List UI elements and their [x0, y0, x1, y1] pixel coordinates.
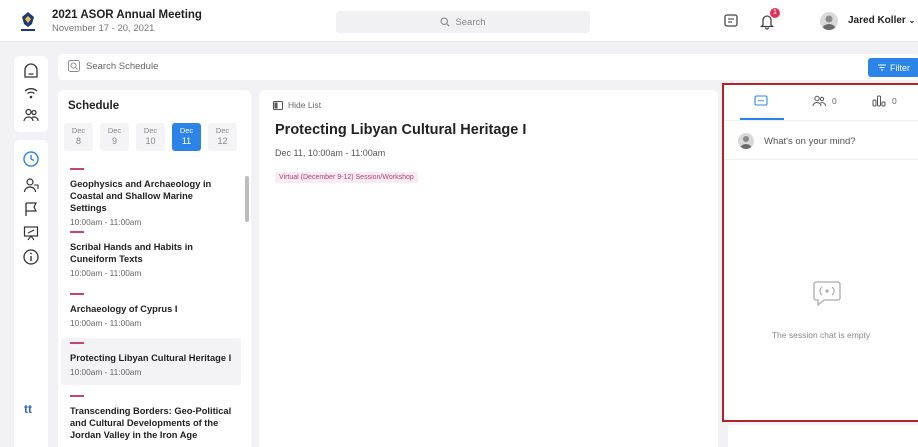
- day-tab[interactable]: Dec 8: [64, 123, 93, 151]
- wifi-icon[interactable]: [22, 84, 40, 102]
- top-bar: 2021 ASOR Annual Meeting November 17 - 2…: [0, 0, 918, 42]
- schedule-search-input[interactable]: Search Schedule: [68, 60, 158, 72]
- asor-logo[interactable]: [18, 10, 38, 34]
- day-month: Dec: [71, 126, 86, 135]
- hide-list-label: Hide List: [288, 100, 322, 110]
- day-tab[interactable]: Dec 12: [208, 123, 237, 151]
- tab-chat[interactable]: [754, 95, 768, 107]
- scrollbar[interactable]: [245, 176, 249, 222]
- speakers-icon[interactable]: [22, 176, 40, 194]
- notification-badge: 1: [770, 8, 780, 18]
- session-title: Protecting Libyan Cultural Heritage I: [70, 353, 232, 363]
- tab-polls[interactable]: 0: [872, 95, 897, 107]
- session-item-selected[interactable]: Protecting Libyan Cultural Heritage I 10…: [61, 338, 241, 386]
- chat-tabs: 0 0: [724, 85, 918, 120]
- attendee-count: 0: [832, 96, 837, 106]
- divider: [724, 120, 918, 121]
- chevron-down-icon: ⌄: [908, 16, 916, 25]
- session-time: 10:00am - 11:00am: [70, 268, 142, 279]
- chat-bubble-icon: [754, 95, 768, 106]
- day-tab-selected[interactable]: Dec 11: [172, 123, 201, 151]
- schedule-title: Schedule: [68, 100, 120, 112]
- schedule-toolbar: Search Schedule Filter: [58, 54, 918, 80]
- filter-button[interactable]: Filter: [868, 58, 918, 77]
- nav-rail-top: [14, 56, 48, 132]
- brand-mark[interactable]: tt: [24, 402, 32, 416]
- session-marker: [70, 293, 84, 295]
- session-marker: [70, 342, 84, 344]
- chat-footer: [728, 425, 918, 447]
- collapse-panel-icon: [273, 100, 283, 110]
- user-avatar: [738, 133, 754, 149]
- poll-count: 0: [892, 96, 897, 106]
- event-dates: November 17 - 20, 2021: [52, 23, 155, 34]
- chat-compose-placeholder: What's on your mind?: [764, 135, 856, 147]
- session-chat-panel: 0 0 What's on your mind? The session cha…: [722, 83, 918, 422]
- empty-chat-icon: [812, 279, 842, 307]
- session-title: Archaeology of Cyprus I: [70, 304, 178, 314]
- chat-icon[interactable]: [722, 12, 740, 30]
- day-number: 11: [181, 136, 192, 146]
- search-icon: [68, 60, 80, 72]
- day-number: 12: [217, 136, 228, 146]
- search-icon: [440, 17, 451, 27]
- filter-icon: [878, 64, 886, 71]
- flag-icon[interactable]: [22, 200, 40, 218]
- global-search-input[interactable]: Search: [336, 11, 590, 33]
- user-menu[interactable]: Jared Koller ⌄: [848, 15, 915, 26]
- session-title: Scribal Hands and Habits in Cuneiform Te…: [70, 242, 193, 265]
- hide-list-button[interactable]: Hide List: [273, 100, 321, 110]
- poll-chart-icon: [872, 95, 886, 107]
- empty-chat-message: The session chat is empty: [771, 330, 871, 340]
- session-item[interactable]: Transcending Borders: Geo-Political and …: [61, 395, 241, 441]
- presentation-icon[interactable]: [22, 224, 40, 242]
- session-item[interactable]: Archaeology of Cyprus I 10:00am - 11:00a…: [61, 293, 241, 328]
- session-item[interactable]: Scribal Hands and Habits in Cuneiform Te…: [61, 231, 241, 278]
- clock-icon[interactable]: [22, 150, 40, 168]
- event-title: 2021 ASOR Annual Meeting: [52, 9, 202, 21]
- user-name: Jared Koller: [848, 15, 906, 26]
- tab-attendees[interactable]: 0: [812, 95, 837, 107]
- nav-rail-bottom: tt: [14, 140, 48, 447]
- divider: [724, 159, 918, 160]
- session-item[interactable]: Geophysics and Archaeology in Coastal an…: [61, 168, 241, 227]
- day-month: Dec: [107, 126, 122, 135]
- session-type-tag: Virtual (December 9-12) Session/Workshop: [275, 172, 418, 183]
- schedule-panel: Schedule Dec 8 Dec 9 Dec 10 Dec 11 Dec 12 Geo…: [58, 90, 251, 447]
- session-detail-title: Protecting Libyan Cultural Heritage I: [275, 122, 527, 138]
- session-time: 10:00am - 11:00am: [70, 367, 142, 378]
- info-icon[interactable]: [22, 248, 40, 266]
- global-search-placeholder: Search: [455, 16, 486, 28]
- day-month: Dec: [179, 126, 194, 135]
- session-marker: [70, 168, 84, 170]
- session-detail-datetime: Dec 11, 10:00am - 11:00am: [275, 148, 386, 158]
- day-number: 10: [145, 136, 156, 146]
- day-tab[interactable]: Dec 10: [136, 123, 165, 151]
- day-month: Dec: [215, 126, 230, 135]
- session-marker: [70, 231, 84, 233]
- home-icon[interactable]: [22, 62, 40, 80]
- people-icon[interactable]: [22, 106, 40, 124]
- day-month: Dec: [143, 126, 158, 135]
- day-number: 9: [111, 136, 117, 146]
- day-selector: Dec 8 Dec 9 Dec 10 Dec 11 Dec 12: [64, 123, 237, 151]
- session-marker: [70, 395, 84, 397]
- session-title: Transcending Borders: Geo-Political and …: [70, 406, 232, 441]
- filter-label: Filter: [890, 62, 910, 73]
- session-title: Geophysics and Archaeology in Coastal an…: [70, 179, 212, 214]
- day-tab[interactable]: Dec 9: [100, 123, 129, 151]
- schedule-search-placeholder: Search Schedule: [86, 60, 159, 72]
- session-time: 10:00am - 11:00am: [70, 217, 142, 228]
- user-avatar[interactable]: [820, 12, 838, 30]
- session-detail-panel: Hide List Protecting Libyan Cultural Her…: [259, 90, 718, 447]
- day-number: 8: [75, 136, 81, 146]
- session-time: 10:00am - 11:00am: [70, 318, 142, 329]
- chat-compose-input[interactable]: What's on your mind?: [738, 133, 856, 149]
- people-icon: [812, 95, 826, 107]
